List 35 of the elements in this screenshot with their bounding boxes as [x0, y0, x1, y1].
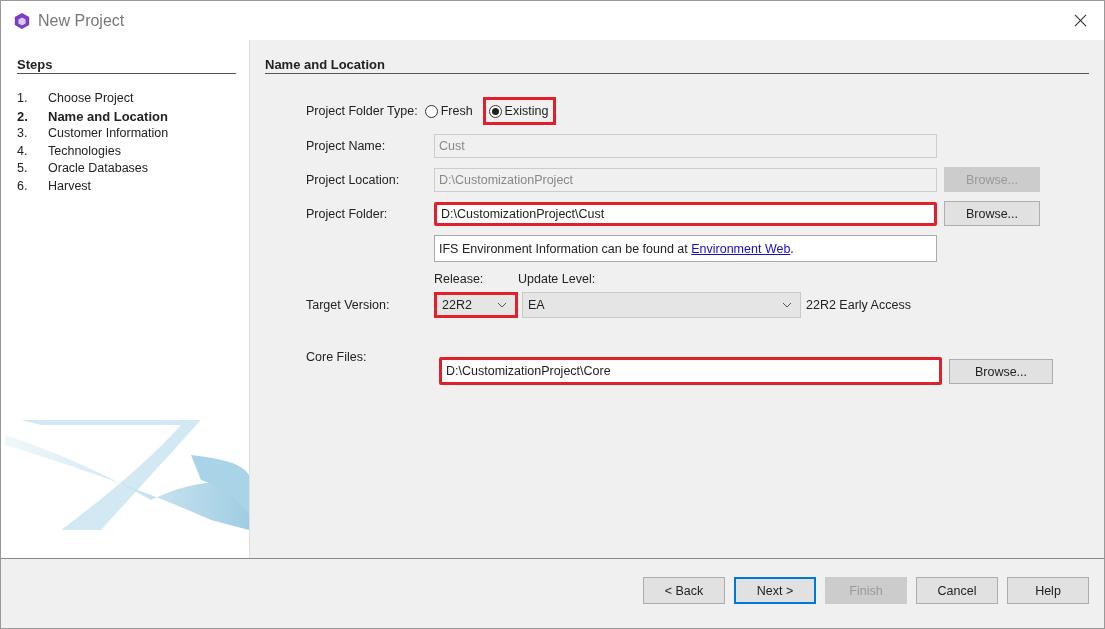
chevron-icon	[497, 302, 507, 308]
step-item: 4. Technologies	[17, 142, 122, 160]
field-label: Project Folder Type:	[306, 104, 418, 118]
steps-heading: Steps	[17, 57, 236, 74]
field-label: Project Folder:	[306, 206, 389, 221]
text-field[interactable]: D:\CustomizationProject\Cust	[434, 201, 937, 226]
wizard-button[interactable]: Help	[1007, 577, 1089, 604]
step-item: 6. Harvest	[17, 177, 93, 195]
close-icon[interactable]	[1074, 14, 1087, 27]
info-text: IFS Environment Information can be found at Environment Web.	[434, 235, 937, 262]
version-description: 22R2 Early Access	[806, 298, 911, 312]
step-item: 5. Oracle Databases	[17, 160, 150, 177]
field-label: Target Version:	[306, 298, 391, 312]
radio-option[interactable]: Existing	[482, 97, 557, 125]
chevron-icon	[782, 302, 792, 308]
app-logo-icon	[13, 11, 31, 30]
field-label: Project Name:	[306, 139, 387, 153]
panel-heading: Name and Location	[265, 57, 1089, 74]
release-dropdown[interactable]: 22R2	[434, 292, 518, 318]
update-level-label: Update Level:	[518, 272, 596, 286]
field-label: Core Files:	[306, 349, 368, 364]
radio-option[interactable]: Fresh	[421, 97, 481, 125]
wizard-button[interactable]: < Back	[643, 577, 725, 604]
text-field[interactable]: D:\CustomizationProject\Core	[439, 357, 942, 385]
field-label: Project Location:	[306, 172, 401, 187]
browse-button[interactable]: Browse...	[944, 201, 1040, 226]
step-item: 2. Name and Location	[17, 107, 169, 125]
update-level-dropdown[interactable]: EA	[522, 292, 801, 318]
step-item: 3. Customer Information	[17, 125, 170, 142]
step-item: 1. Choose Project	[17, 90, 135, 107]
browse-button[interactable]: Browse...	[949, 359, 1053, 384]
wizard-button[interactable]: Next >	[734, 577, 816, 604]
window-title: New Project	[38, 11, 126, 30]
release-label: Release:	[434, 272, 485, 286]
wizard-button[interactable]: Cancel	[916, 577, 998, 604]
